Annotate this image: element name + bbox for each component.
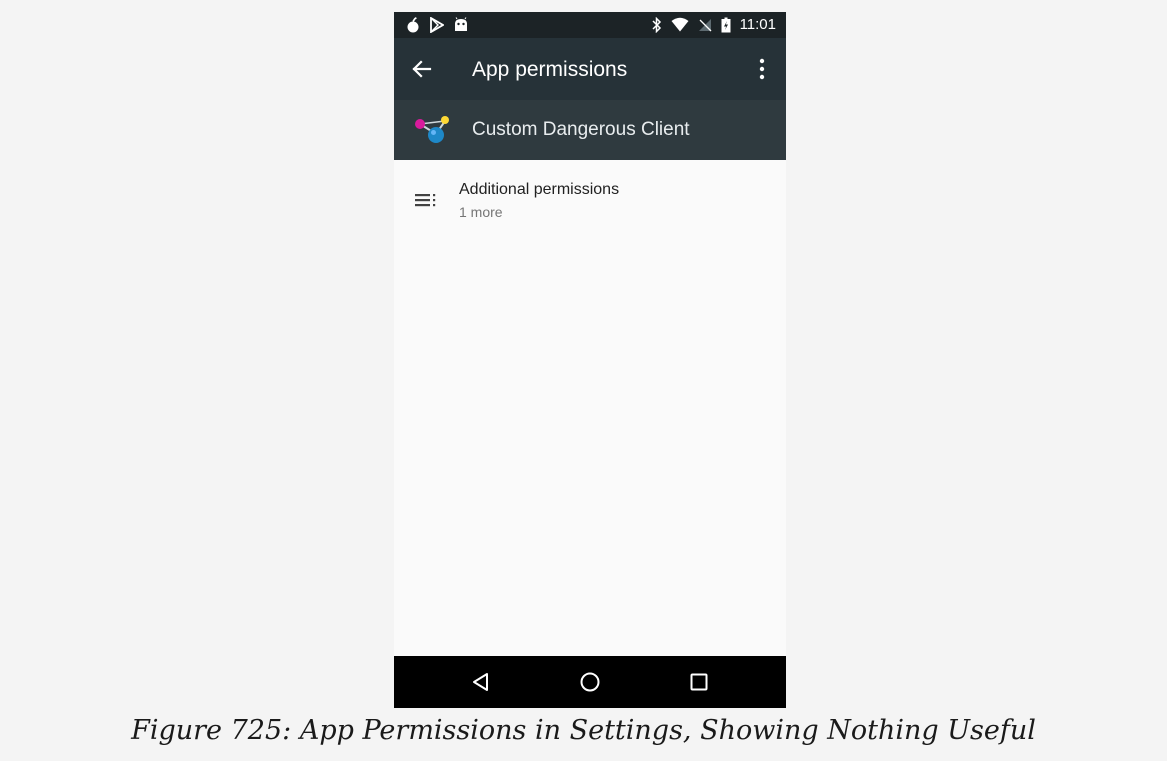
app-header: Custom Dangerous Client bbox=[394, 100, 786, 160]
toolbar: App permissions bbox=[394, 38, 786, 100]
battery-charging-icon bbox=[721, 17, 731, 33]
status-right-icons: 11:01 bbox=[652, 15, 776, 35]
nav-recents-button[interactable] bbox=[686, 669, 712, 695]
status-time: 11:01 bbox=[739, 16, 776, 33]
list-item-subtitle: 1 more bbox=[459, 204, 503, 220]
arrow-back-icon bbox=[408, 55, 436, 83]
figure-caption: Figure 725: App Permissions in Settings,… bbox=[131, 715, 1036, 746]
list-item-title: Additional permissions bbox=[459, 181, 620, 198]
bluetooth-icon bbox=[652, 17, 662, 33]
status-bar: 11:01 bbox=[394, 12, 786, 38]
nav-back-icon bbox=[468, 669, 494, 695]
page-title: App permissions bbox=[472, 58, 628, 81]
bomb-icon bbox=[406, 17, 420, 33]
android-icon bbox=[454, 17, 468, 33]
nav-home-button[interactable] bbox=[577, 669, 603, 695]
play-store-icon bbox=[430, 17, 444, 33]
navigation-bar bbox=[394, 656, 786, 708]
nav-back-button[interactable] bbox=[468, 669, 494, 695]
nav-home-icon bbox=[577, 669, 603, 695]
phone-screen: 11:01 App permissions Custom Dangerous C… bbox=[394, 12, 786, 708]
wifi-icon bbox=[671, 17, 689, 33]
list-icon bbox=[415, 193, 437, 207]
overflow-menu-button[interactable] bbox=[754, 56, 770, 82]
back-button[interactable] bbox=[408, 55, 436, 83]
no-signal-icon bbox=[698, 17, 712, 33]
status-left-icons bbox=[406, 15, 468, 35]
page: 11:01 App permissions Custom Dangerous C… bbox=[0, 0, 1167, 761]
app-name: Custom Dangerous Client bbox=[472, 119, 690, 140]
more-vert-icon bbox=[754, 56, 770, 82]
list-item-additional-permissions[interactable]: Additional permissions 1 more bbox=[394, 160, 786, 236]
nav-recents-icon bbox=[686, 669, 712, 695]
molecule-app-icon bbox=[412, 113, 452, 147]
